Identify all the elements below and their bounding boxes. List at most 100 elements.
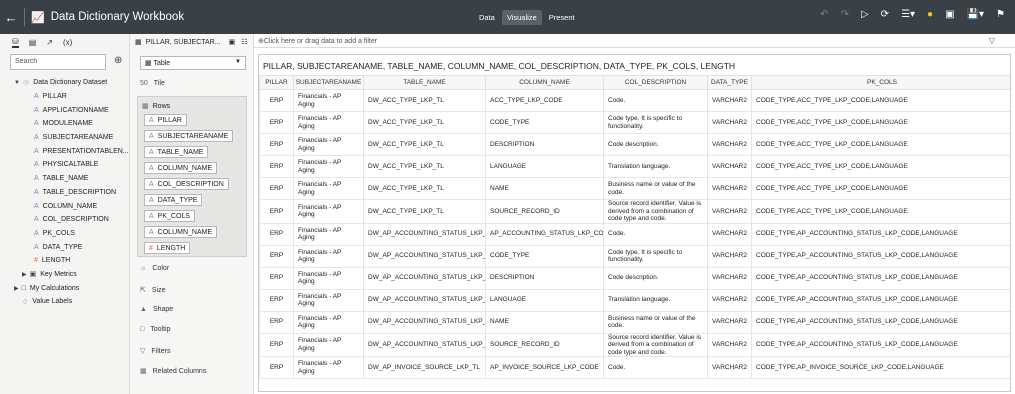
table-header-row: PILLAR SUBJECTAREANAME TABLE_NAME COLUMN… xyxy=(259,75,1010,90)
column-header[interactable]: COLUMN_NAME xyxy=(485,75,604,90)
column-item[interactable]: A PHYSICALTABLE xyxy=(0,158,130,172)
refresh-data-icon[interactable]: ⟳ xyxy=(881,9,889,20)
attribute-icon: A xyxy=(34,229,39,237)
table-row[interactable]: ERP Financials - AP Aging DW_AP_ACCOUNTING… xyxy=(259,332,1010,357)
column-item[interactable]: A TABLE_NAME xyxy=(0,172,130,186)
bookmark-icon[interactable]: ⚑ xyxy=(996,9,1005,20)
column-label: APPLICATIONNAME xyxy=(42,106,109,114)
row-pill[interactable]: A COLUMN_NAME xyxy=(144,162,218,174)
shape-drop-target[interactable]: ▲ Shape xyxy=(140,306,173,313)
viz-type-select[interactable]: ▦ Table ▼ xyxy=(140,56,246,70)
table-row[interactable]: ERP Financials - AP Aging DW_AP_ACCOUNTING… xyxy=(259,266,1010,290)
color-drop-target[interactable]: ☼ Color xyxy=(140,265,169,272)
data-table: PILLAR SUBJECTAREANAME TABLE_NAME COLUMN… xyxy=(259,75,1010,379)
viz-name[interactable]: PILLAR, SUBJECTAR... xyxy=(146,39,221,46)
row-pill[interactable]: A COL_DESCRIPTION xyxy=(144,178,229,190)
table-row[interactable]: ERP Financials - AP Aging DW_AP_ACCOUNTING… xyxy=(259,222,1010,246)
column-item[interactable]: A TABLE_DESCRIPTION xyxy=(0,186,130,200)
table-row[interactable]: ERP Financials - AP Aging DW_ACC_TYPE_LKP_… xyxy=(259,111,1010,134)
table-row[interactable]: ERP Financials - AP Aging DW_ACC_TYPE_LKP_… xyxy=(259,177,1010,200)
column-header[interactable]: SUBJECTAREANAME xyxy=(293,75,364,90)
table-cell: VARCHAR2 xyxy=(707,133,752,156)
row-pill[interactable]: A COLUMN_NAME xyxy=(144,226,218,238)
column-item[interactable]: A MODULENAME xyxy=(0,117,130,131)
size-drop-target[interactable]: ⇱ Size xyxy=(140,286,166,295)
related-columns-drop-target[interactable]: ▦ Related Columns xyxy=(140,367,206,376)
filter-bar[interactable]: ⊕Click here or drag data to add a filter… xyxy=(254,34,1015,48)
search-input[interactable]: Search xyxy=(10,54,106,70)
column-item[interactable]: A PRESENTATIONTABLEN... xyxy=(0,144,130,158)
table-row[interactable]: ERP Financials - AP Aging DW_AP_ACCOUNTING… xyxy=(259,288,1010,312)
table-cell: ERP xyxy=(259,288,294,312)
insights-bulb-icon[interactable]: ● xyxy=(927,9,933,20)
properties-icon[interactable]: ▣ xyxy=(229,38,236,46)
chart-icon[interactable]: ▤ xyxy=(29,38,37,47)
column-item[interactable]: # LENGTH xyxy=(0,254,130,268)
tab-present[interactable]: Present xyxy=(544,10,580,25)
workbook-chart-icon: 📈 xyxy=(31,11,45,24)
chevron-right-icon[interactable]: ▶ xyxy=(14,285,19,292)
related-columns-icon: ▦ xyxy=(140,368,147,375)
dataset-tree: ▼ ☉ Data Dictionary Dataset A PILLAR A APPLI… xyxy=(0,76,130,309)
table-row[interactable]: ERP Financials - AP Aging DW_ACC_TYPE_LKP_… xyxy=(259,155,1010,178)
view-options-icon[interactable]: ☰▾ xyxy=(901,9,915,20)
row-pill[interactable]: A PK_COLS xyxy=(144,210,195,222)
play-icon[interactable]: ▷ xyxy=(861,9,869,20)
table-row[interactable]: ERP Financials - AP Aging DW_ACC_TYPE_LKP_… xyxy=(259,89,1010,112)
dataset-node[interactable]: ▼ ☉ Data Dictionary Dataset xyxy=(0,76,130,90)
table-cell: CODE_TYPE,AP_ACCOUNTING_STATUS_LKP_CODE,… xyxy=(751,310,1010,334)
group-key-metrics[interactable]: ▶ ▣ Key Metrics xyxy=(0,268,130,282)
resize-icon: ⇱ xyxy=(140,287,146,294)
filters-drop-target[interactable]: ▽ Filters xyxy=(140,347,170,356)
group-label: My Calculations xyxy=(29,284,80,292)
save-icon[interactable]: 💾▾ xyxy=(967,9,984,20)
undo-icon[interactable]: ↶ xyxy=(820,9,828,20)
group-my-calculations[interactable]: ▶ □ My Calculations xyxy=(0,281,130,295)
column-item[interactable]: A PILLAR xyxy=(0,90,130,104)
filter-settings-icon[interactable]: ▽ xyxy=(989,36,995,45)
analytics-icon[interactable]: ↗ xyxy=(46,38,53,47)
table-row[interactable]: ERP Financials - AP Aging DW_AP_ACCOUNTING… xyxy=(259,244,1010,268)
tile-drop-target[interactable]: 50 Tile xyxy=(140,80,165,87)
column-header[interactable]: COL_DESCRIPTION xyxy=(603,75,708,90)
column-header[interactable]: TABLE_NAME xyxy=(363,75,486,90)
add-icon[interactable]: ⊕ xyxy=(114,55,122,66)
grammar-header: ▦ PILLAR, SUBJECTAR... ▣ ☷ xyxy=(130,34,253,50)
row-pill[interactable]: A PILLAR xyxy=(144,114,187,126)
column-item[interactable]: A APPLICATIONNAME xyxy=(0,103,130,117)
column-item[interactable]: A DATA_TYPE xyxy=(0,240,130,254)
table-cell: Code description. xyxy=(603,266,708,290)
table-row[interactable]: ERP Financials - AP Aging DW_ACC_TYPE_LKP_… xyxy=(259,199,1010,224)
row-pill[interactable]: A SUBJECTAREANAME xyxy=(144,130,234,142)
table-cell: DESCRIPTION xyxy=(485,266,604,290)
page-title: Data Dictionary Workbook xyxy=(50,11,185,23)
column-item[interactable]: A COL_DESCRIPTION xyxy=(0,213,130,227)
toolbar-actions: ↶ ↷ ▷ ⟳ ☰▾ ● ▣ 💾▾ ⚑ xyxy=(820,9,1005,20)
column-header[interactable]: PILLAR xyxy=(259,75,294,90)
tab-data[interactable]: Data xyxy=(474,10,500,25)
column-item[interactable]: A PK_COLS xyxy=(0,227,130,241)
column-header[interactable]: DATA_TYPE xyxy=(707,75,752,90)
rows-drop-target[interactable]: ▦ Rows A PILLAR A SUBJECTAREANAME A TABLE_NA… xyxy=(137,96,247,257)
table-row[interactable]: ERP Financials - AP Aging DW_AP_INVOICE_SO… xyxy=(259,356,1010,379)
group-value-labels[interactable]: ♢ Value Labels xyxy=(0,295,130,309)
export-icon[interactable]: ▣ xyxy=(945,9,954,20)
row-pill[interactable]: A TABLE_NAME xyxy=(144,146,209,158)
chevron-down-icon[interactable]: ▼ xyxy=(14,80,20,86)
redo-icon[interactable]: ↷ xyxy=(841,9,849,20)
back-arrow-icon[interactable]: ← xyxy=(0,10,22,25)
tab-expressions[interactable]: (x) xyxy=(63,38,72,47)
column-item[interactable]: A COLUMN_NAME xyxy=(0,199,130,213)
data-icon[interactable]: ⛁ xyxy=(12,37,19,48)
tooltip-drop-target[interactable]: □ Tooltip xyxy=(140,326,170,333)
table-row[interactable]: ERP Financials - AP Aging DW_ACC_TYPE_LKP_… xyxy=(259,133,1010,156)
tab-visualize[interactable]: Visualize xyxy=(501,10,542,25)
row-pill[interactable]: # LENGTH xyxy=(144,242,191,254)
grammar-toggle-icon[interactable]: ☷ xyxy=(241,38,247,46)
table-cell: DW_AP_ACCOUNTING_STATUS_LKP_TL xyxy=(363,288,486,312)
row-pill[interactable]: A DATA_TYPE xyxy=(144,194,203,206)
column-item[interactable]: A SUBJECTAREANAME xyxy=(0,131,130,145)
column-header[interactable]: PK_COLS xyxy=(751,75,1010,90)
chevron-right-icon[interactable]: ▶ xyxy=(22,271,27,278)
table-row[interactable]: ERP Financials - AP Aging DW_AP_ACCOUNTING… xyxy=(259,310,1010,334)
